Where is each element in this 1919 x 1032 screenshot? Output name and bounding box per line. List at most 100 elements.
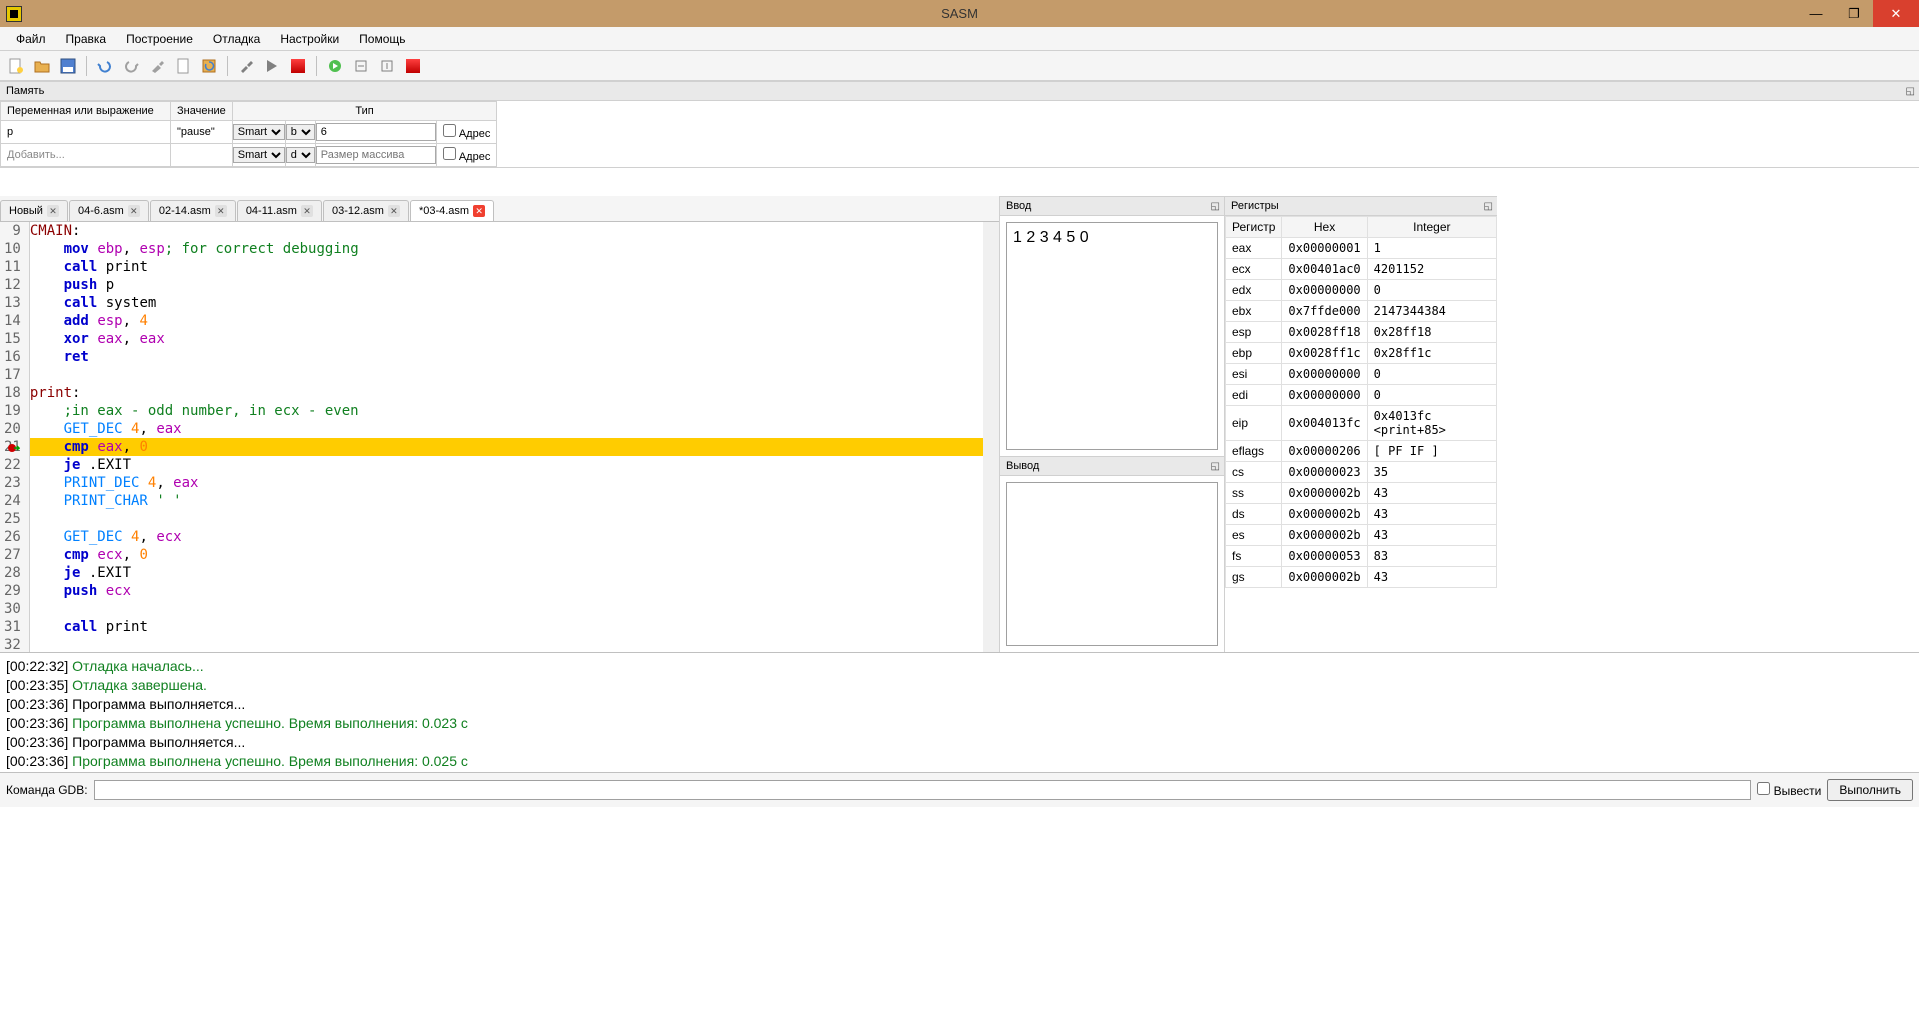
stop-icon[interactable]: [286, 54, 310, 78]
editor-scrollbar[interactable]: [983, 222, 999, 652]
memory-size-input[interactable]: [316, 123, 436, 141]
run-icon[interactable]: [260, 54, 284, 78]
menu-item[interactable]: Помощь: [349, 29, 415, 49]
reg-name: es: [1226, 525, 1282, 546]
memory-add-cell[interactable]: Добавить...: [1, 144, 171, 167]
step-over-icon[interactable]: [349, 54, 373, 78]
code-line[interactable]: [30, 366, 983, 384]
code-line[interactable]: je .EXIT: [30, 564, 983, 582]
memory-val-cell: "pause": [171, 121, 233, 144]
code-line[interactable]: push ecx: [30, 582, 983, 600]
memory-format-select[interactable]: Smart: [233, 147, 285, 163]
editor-tab[interactable]: 02-14.asm✕: [150, 200, 236, 221]
menu-item[interactable]: Правка: [56, 29, 117, 49]
page-icon[interactable]: [171, 54, 195, 78]
undock-icon[interactable]: ◱: [1484, 201, 1493, 212]
stop-debug-icon[interactable]: [401, 54, 425, 78]
code-line[interactable]: [30, 636, 983, 652]
memory-addr-checkbox[interactable]: Адрес: [443, 151, 491, 163]
log-line: [00:22:32] Отладка началась...: [6, 657, 1913, 676]
breakpoint-icon[interactable]: [8, 441, 20, 459]
tab-label: 04-6.asm: [78, 205, 124, 217]
code-line[interactable]: add esp, 4: [30, 312, 983, 330]
code-line[interactable]: GET_DEC 4, eax: [30, 420, 983, 438]
gdb-print-checkbox[interactable]: Вывести: [1757, 782, 1821, 798]
main-area: Новый✕04-6.asm✕02-14.asm✕04-11.asm✕03-12…: [0, 196, 1919, 652]
save-icon[interactable]: [56, 54, 80, 78]
menu-item[interactable]: Файл: [6, 29, 56, 49]
debug-run-icon[interactable]: [323, 54, 347, 78]
input-box[interactable]: 1 2 3 4 5 0: [1006, 222, 1218, 450]
code-line[interactable]: ;in eax - odd number, in ecx - even: [30, 402, 983, 420]
code-line[interactable]: PRINT_CHAR ' ': [30, 492, 983, 510]
gdb-input[interactable]: [94, 780, 1752, 800]
undo-icon[interactable]: [93, 54, 117, 78]
code-line[interactable]: cmp eax, 0: [30, 438, 983, 456]
close-icon[interactable]: ✕: [215, 205, 227, 217]
refresh-icon[interactable]: [197, 54, 221, 78]
register-row: edi0x000000000: [1226, 385, 1497, 406]
memory-addr-checkbox[interactable]: Адрес: [443, 128, 491, 140]
code-area[interactable]: CMAIN: mov ebp, esp; for correct debuggi…: [30, 222, 983, 652]
register-row: cs0x0000002335: [1226, 462, 1497, 483]
code-line[interactable]: PRINT_DEC 4, eax: [30, 474, 983, 492]
close-icon[interactable]: ✕: [301, 205, 313, 217]
menu-item[interactable]: Построение: [116, 29, 203, 49]
menu-item[interactable]: Отладка: [203, 29, 270, 49]
output-box[interactable]: [1006, 482, 1218, 646]
memory-size-input[interactable]: [316, 146, 436, 164]
code-line[interactable]: call print: [30, 258, 983, 276]
code-line[interactable]: [30, 600, 983, 618]
reg-name: gs: [1226, 567, 1282, 588]
code-line[interactable]: mov ebp, esp; for correct debugging: [30, 240, 983, 258]
close-button[interactable]: ✕: [1873, 0, 1919, 27]
code-line[interactable]: call print: [30, 618, 983, 636]
code-line[interactable]: xor eax, eax: [30, 330, 983, 348]
code-line[interactable]: CMAIN:: [30, 222, 983, 240]
build-icon[interactable]: [145, 54, 169, 78]
reg-int: 43: [1367, 504, 1496, 525]
code-line[interactable]: je .EXIT: [30, 456, 983, 474]
code-line[interactable]: call system: [30, 294, 983, 312]
close-icon[interactable]: ✕: [388, 205, 400, 217]
code-line[interactable]: [30, 510, 983, 528]
redo-icon[interactable]: [119, 54, 143, 78]
editor-tab[interactable]: *03-4.asm✕: [410, 200, 494, 221]
reg-hex: 0x004013fc: [1282, 406, 1367, 441]
new-file-icon[interactable]: [4, 54, 28, 78]
code-line[interactable]: ret: [30, 348, 983, 366]
close-icon[interactable]: ✕: [128, 205, 140, 217]
minimize-button[interactable]: —: [1797, 0, 1835, 27]
memory-format-select[interactable]: Smart: [233, 124, 285, 140]
gdb-exec-button[interactable]: Выполнить: [1827, 779, 1913, 801]
code-line[interactable]: print:: [30, 384, 983, 402]
editor-tab[interactable]: Новый✕: [0, 200, 68, 221]
step-into-icon[interactable]: [375, 54, 399, 78]
undock-icon[interactable]: ◱: [1906, 86, 1915, 97]
maximize-button[interactable]: ❐: [1835, 0, 1873, 27]
log-line: [00:23:36] Программа выполнена успешно. …: [6, 714, 1913, 733]
reg-hex: 0x0028ff1c: [1282, 343, 1367, 364]
editor-tab[interactable]: 04-6.asm ✕: [69, 200, 149, 221]
close-icon[interactable]: ✕: [47, 205, 59, 217]
code-line[interactable]: GET_DEC 4, ecx: [30, 528, 983, 546]
tab-label: 03-12.asm: [332, 205, 384, 217]
reg-int: 4201152: [1367, 259, 1496, 280]
memory-table: Переменная или выражение Значение Тип p …: [0, 101, 1919, 168]
reg-name: fs: [1226, 546, 1282, 567]
open-icon[interactable]: [30, 54, 54, 78]
menu-item[interactable]: Настройки: [270, 29, 349, 49]
memory-unit-select[interactable]: b: [286, 124, 315, 140]
code-line[interactable]: cmp ecx, 0: [30, 546, 983, 564]
register-row: ss0x0000002b43: [1226, 483, 1497, 504]
editor-tab[interactable]: 03-12.asm ✕: [323, 200, 409, 221]
code-editor[interactable]: 9101112131415161718192021222324252627282…: [0, 222, 999, 652]
close-icon[interactable]: ✕: [473, 205, 485, 217]
memory-unit-select[interactable]: d: [286, 147, 315, 163]
hammer-icon[interactable]: [234, 54, 258, 78]
undock-icon[interactable]: ◱: [1211, 201, 1220, 212]
undock-icon[interactable]: ◱: [1211, 461, 1220, 472]
code-line[interactable]: push p: [30, 276, 983, 294]
editor-tab[interactable]: 04-11.asm✕: [237, 200, 322, 221]
memory-var-cell[interactable]: p: [1, 121, 171, 144]
